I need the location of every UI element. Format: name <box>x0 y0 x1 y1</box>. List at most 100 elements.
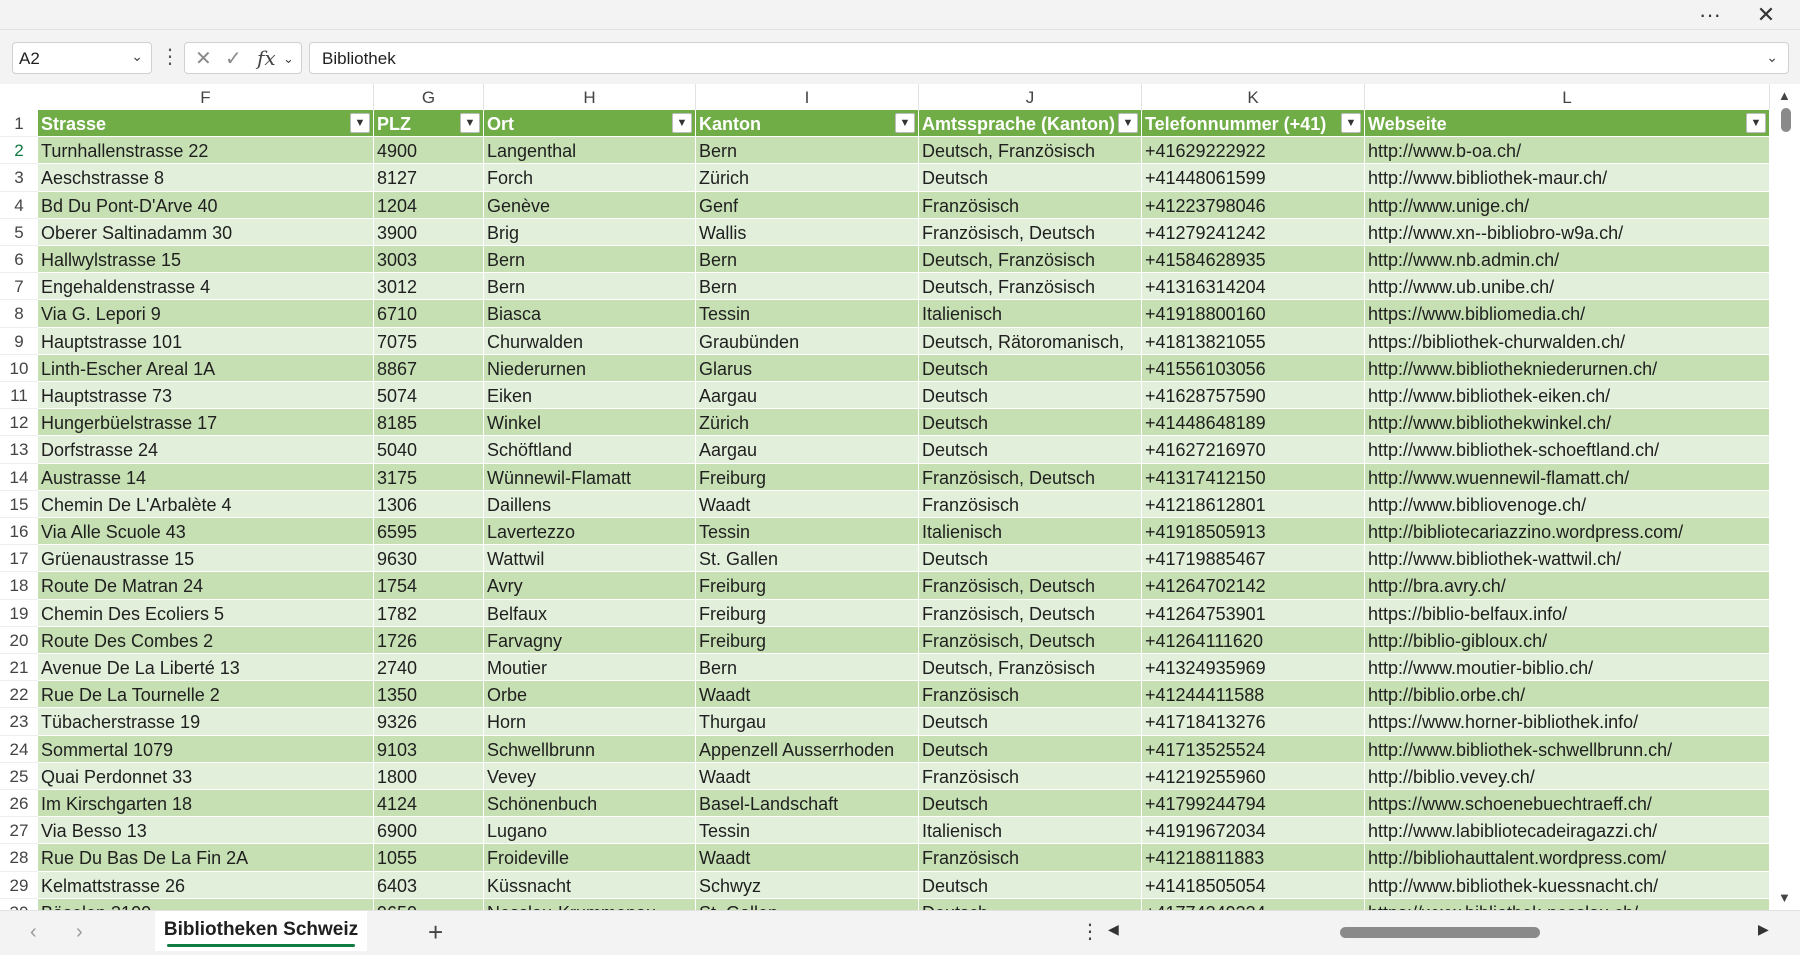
scroll-down-icon[interactable]: ▼ <box>1778 890 1791 905</box>
table-cell[interactable]: https://biblio-belfaux.info/ <box>1365 599 1770 627</box>
table-cell[interactable]: Hauptstrasse 73 <box>38 382 374 410</box>
table-cell[interactable]: Französisch <box>919 191 1142 219</box>
column-header-cell[interactable]: Amtssprache (Kanton) ▼ <box>919 110 1142 138</box>
table-cell[interactable]: 8867 <box>374 354 484 382</box>
column-header-cell[interactable]: PLZ ▼ <box>374 110 484 138</box>
table-cell[interactable]: Deutsch <box>919 164 1142 192</box>
expand-formula-icon[interactable]: ⌄ <box>1766 49 1778 66</box>
table-cell[interactable]: +41324935969 <box>1142 654 1365 682</box>
table-cell[interactable]: Bern <box>696 137 919 165</box>
filter-dropdown-icon[interactable]: ▼ <box>460 113 480 133</box>
row-header[interactable]: 25 <box>0 762 38 790</box>
sheet-tab-bibliotheken-schweiz[interactable]: Bibliotheken Schweiz <box>155 911 367 951</box>
insert-function-icon[interactable]: fx <box>257 46 276 70</box>
table-cell[interactable]: Kelmattstrasse 26 <box>38 871 374 899</box>
table-cell[interactable]: http://www.wuennewil-flamatt.ch/ <box>1365 463 1770 491</box>
scroll-left-icon[interactable]: ◀ <box>1108 921 1119 938</box>
row-header[interactable]: 29 <box>0 871 38 899</box>
name-box[interactable]: A2 ⌄ <box>12 42 152 74</box>
table-cell[interactable]: http://www.xn--bibliobro-w9a.ch/ <box>1365 218 1770 246</box>
row-header[interactable]: 9 <box>0 327 38 355</box>
table-cell[interactable]: Bern <box>696 246 919 274</box>
row-header[interactable]: 15 <box>0 490 38 518</box>
table-cell[interactable]: Küssnacht <box>484 871 696 899</box>
table-cell[interactable]: Deutsch, Französisch <box>919 137 1142 165</box>
filter-dropdown-icon[interactable]: ▼ <box>1746 113 1766 133</box>
table-cell[interactable]: 1350 <box>374 681 484 709</box>
table-cell[interactable]: Bern <box>484 246 696 274</box>
table-cell[interactable]: +41418505054 <box>1142 871 1365 899</box>
row-header[interactable]: 30 <box>0 898 38 910</box>
table-cell[interactable]: +41918800160 <box>1142 300 1365 328</box>
horizontal-scroll-thumb[interactable] <box>1340 927 1540 938</box>
table-cell[interactable]: 1306 <box>374 490 484 518</box>
table-cell[interactable]: https://www.bibliothek-nesslau.ch/ <box>1365 898 1770 910</box>
row-header[interactable]: 2 <box>0 137 38 165</box>
table-cell[interactable]: http://www.ub.unibe.ch/ <box>1365 273 1770 301</box>
table-cell[interactable]: +41713525524 <box>1142 735 1365 763</box>
table-cell[interactable]: 1204 <box>374 191 484 219</box>
table-cell[interactable]: 9326 <box>374 708 484 736</box>
table-cell[interactable]: https://www.bibliomedia.ch/ <box>1365 300 1770 328</box>
table-cell[interactable]: Genf <box>696 191 919 219</box>
row-header[interactable]: 19 <box>0 599 38 627</box>
row-header[interactable]: 6 <box>0 246 38 274</box>
row-header[interactable]: 24 <box>0 735 38 763</box>
table-cell[interactable]: Grüenaustrasse 15 <box>38 545 374 573</box>
table-cell[interactable]: http://www.moutier-biblio.ch/ <box>1365 654 1770 682</box>
table-cell[interactable]: Genève <box>484 191 696 219</box>
table-cell[interactable]: http://www.unige.ch/ <box>1365 191 1770 219</box>
table-cell[interactable]: Schöftland <box>484 436 696 464</box>
table-cell[interactable]: +41448061599 <box>1142 164 1365 192</box>
table-cell[interactable]: +41718413276 <box>1142 708 1365 736</box>
scroll-right-icon[interactable]: ▶ <box>1758 921 1769 938</box>
table-cell[interactable]: http://www.labibliotecadeiragazzi.ch/ <box>1365 817 1770 845</box>
table-cell[interactable]: Thurgau <box>696 708 919 736</box>
table-cell[interactable]: +41317412150 <box>1142 463 1365 491</box>
table-cell[interactable]: Zürich <box>696 409 919 437</box>
table-cell[interactable]: Appenzell Ausserrhoden <box>696 735 919 763</box>
table-cell[interactable]: 1726 <box>374 626 484 654</box>
formula-bar-options-icon[interactable]: ⋮ <box>160 44 180 70</box>
vertical-scroll-thumb[interactable] <box>1781 108 1791 132</box>
column-header-cell[interactable]: Telefonnummer (+41) ▼ <box>1142 110 1365 138</box>
row-header[interactable]: 21 <box>0 654 38 682</box>
table-cell[interactable]: Via Besso 13 <box>38 817 374 845</box>
table-cell[interactable]: Wallis <box>696 218 919 246</box>
table-cell[interactable]: Via Alle Scuole 43 <box>38 518 374 546</box>
vertical-scrollbar[interactable]: ▲ ▼ <box>1772 84 1800 910</box>
row-header[interactable]: 7 <box>0 273 38 301</box>
table-cell[interactable]: Moutier <box>484 654 696 682</box>
close-icon[interactable]: ✕ <box>1744 0 1788 30</box>
table-cell[interactable]: http://www.bibliothek-kuessnacht.ch/ <box>1365 871 1770 899</box>
column-header-cell[interactable]: Webseite ▼ <box>1365 110 1770 138</box>
table-cell[interactable]: Französisch <box>919 844 1142 872</box>
table-cell[interactable]: Deutsch <box>919 735 1142 763</box>
table-cell[interactable]: +41719885467 <box>1142 545 1365 573</box>
row-header[interactable]: 26 <box>0 790 38 818</box>
row-header[interactable]: 13 <box>0 436 38 464</box>
table-cell[interactable]: Tessin <box>696 300 919 328</box>
table-cell[interactable]: 8127 <box>374 164 484 192</box>
filter-dropdown-icon[interactable]: ▼ <box>350 113 370 133</box>
row-header[interactable]: 11 <box>0 382 38 410</box>
table-cell[interactable]: Deutsch <box>919 545 1142 573</box>
table-cell[interactable]: Aeschstrasse 8 <box>38 164 374 192</box>
column-header[interactable]: L <box>1365 84 1770 110</box>
row-header[interactable]: 23 <box>0 708 38 736</box>
more-options-icon[interactable]: ··· <box>1688 0 1732 30</box>
chevron-down-icon[interactable]: ⌄ <box>131 48 143 65</box>
table-cell[interactable]: +41219255960 <box>1142 762 1365 790</box>
table-cell[interactable]: +41279241242 <box>1142 218 1365 246</box>
table-cell[interactable]: Freiburg <box>696 599 919 627</box>
table-cell[interactable]: Freiburg <box>696 626 919 654</box>
table-cell[interactable]: +41448648189 <box>1142 409 1365 437</box>
table-cell[interactable]: +41584628935 <box>1142 246 1365 274</box>
table-cell[interactable]: +41629222922 <box>1142 137 1365 165</box>
row-header[interactable]: 20 <box>0 626 38 654</box>
table-cell[interactable]: 4900 <box>374 137 484 165</box>
table-cell[interactable]: Bern <box>484 273 696 301</box>
table-cell[interactable]: Deutsch, Französisch <box>919 654 1142 682</box>
table-cell[interactable]: Horn <box>484 708 696 736</box>
column-header[interactable]: I <box>696 84 919 110</box>
